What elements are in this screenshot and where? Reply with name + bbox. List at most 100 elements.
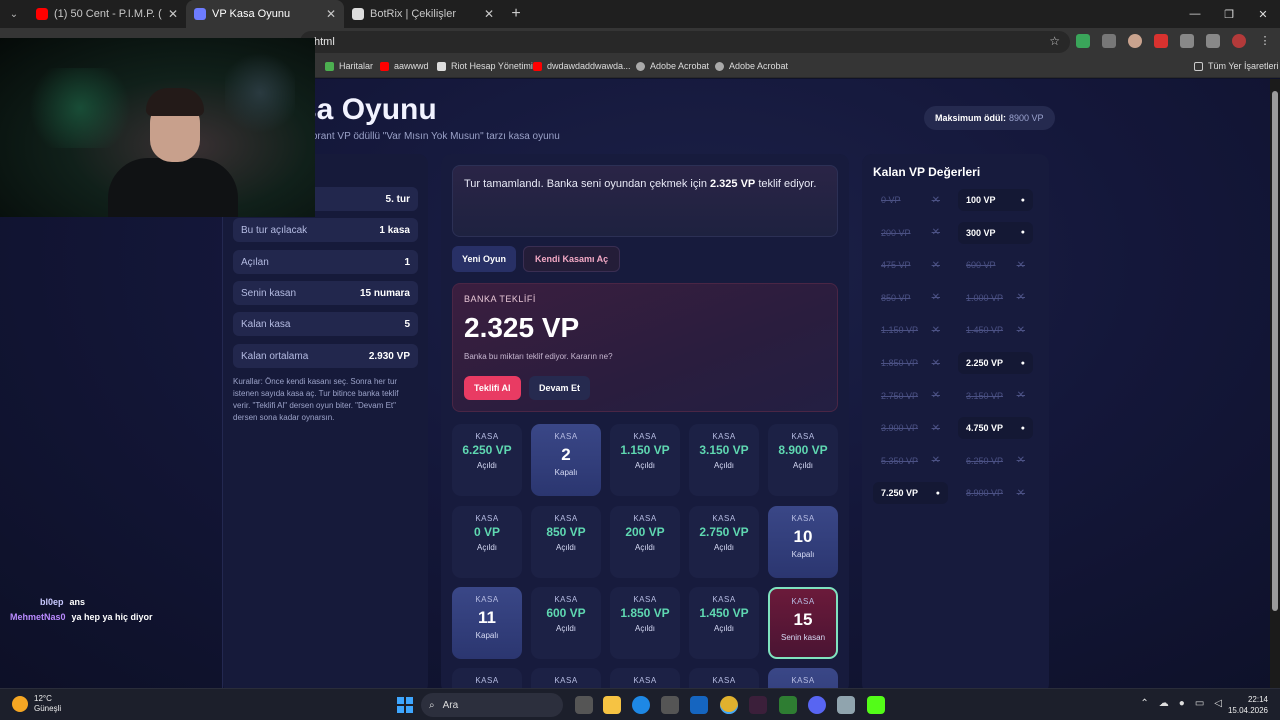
outlook-icon[interactable] <box>690 696 708 714</box>
case-tile[interactable]: KASA <box>768 668 838 688</box>
minimize-button[interactable]: — <box>1178 0 1212 28</box>
close-icon[interactable]: ✕ <box>326 7 336 21</box>
bookmark-item[interactable]: Adobe Acrobat <box>715 61 788 71</box>
cross-icon: ✕ <box>931 259 940 271</box>
bookmark-item[interactable]: Adobe Acrobat <box>636 61 709 71</box>
globe-icon <box>636 61 645 71</box>
bookmark-item[interactable]: dwdawdaddwawda... <box>533 61 631 71</box>
bookmark-item[interactable]: Haritalar <box>325 61 373 71</box>
edge-icon[interactable] <box>632 696 650 714</box>
shield-icon[interactable] <box>1076 34 1090 48</box>
store-icon[interactable] <box>661 696 679 714</box>
chrome-icon[interactable] <box>720 696 738 714</box>
tab-vp-kasa[interactable]: VP Kasa Oyunu ✕ <box>186 0 344 28</box>
value-text: 5.350 VP <box>881 455 919 466</box>
close-icon[interactable]: ✕ <box>484 7 494 21</box>
close-icon[interactable]: ✕ <box>168 7 178 21</box>
remaining-value-eliminated: 8.900 VP ✕ <box>958 482 1033 504</box>
value-text: 2.750 VP <box>881 390 919 401</box>
value-text: 7.250 VP <box>881 488 919 499</box>
tab-title: (1) 50 Cent - P.I.M.P. (Snoop Do <box>54 8 162 20</box>
case-label: KASA <box>633 514 657 523</box>
webcam-overlay <box>0 38 315 217</box>
taskbar-search[interactable]: ⌕ Ara <box>421 693 563 717</box>
bookmark-item[interactable]: aawwwd <box>380 61 429 71</box>
bookmark-label: aawwwd <box>394 61 429 71</box>
app-icon[interactable] <box>749 696 767 714</box>
case-status: Kapalı <box>791 550 815 559</box>
bookmark-label: Tüm Yer İşaretleri <box>1208 61 1279 71</box>
kick-icon[interactable] <box>867 696 885 714</box>
cross-icon: ✕ <box>1016 324 1025 336</box>
stat-label: Açılan <box>241 256 269 268</box>
max-prize-badge: Maksimum ödül: 8900 VP <box>924 106 1055 130</box>
rules-text: Kurallar: Önce kendi kasanı seç. Sonra h… <box>233 377 399 422</box>
case-grid: KASA 6.250 VP Açıldı KASA 2 Kapalı KASA 1.150 V… <box>452 424 842 688</box>
case-tile: KASA <box>689 668 759 688</box>
tab-search-icon[interactable]: ⌄ <box>0 0 28 28</box>
case-status: Kapalı <box>554 468 578 477</box>
case-tile: KASA 6.250 VP Açıldı <box>452 424 522 496</box>
onedrive-icon[interactable]: ☁ <box>1159 698 1169 709</box>
network-icon[interactable]: ▭ <box>1195 698 1204 709</box>
case-status: Açıldı <box>792 461 813 470</box>
case-label: KASA <box>712 595 736 604</box>
dot-icon: ● <box>1020 196 1025 204</box>
page-scrollbar[interactable] <box>1270 79 1280 688</box>
bookmark-star-icon[interactable]: ☆ <box>1049 34 1060 48</box>
accept-offer-button[interactable]: Teklifi Al <box>464 376 521 400</box>
tab-youtube[interactable]: (1) 50 Cent - P.I.M.P. (Snoop Do ✕ <box>28 0 186 28</box>
task-view-icon[interactable] <box>575 696 593 714</box>
remaining-value-eliminated: 600 VP ✕ <box>958 254 1033 276</box>
stream-chat: bl0ep ans MehmetNas0 ya hep ya hiç diyor <box>0 597 153 627</box>
cross-icon: ✕ <box>931 357 940 369</box>
value-text: 3.900 VP <box>881 423 919 434</box>
profile-ext-icon[interactable] <box>1128 34 1142 48</box>
case-value: 6.250 VP <box>462 443 512 457</box>
cross-icon: ✕ <box>931 194 940 206</box>
case-label: KASA <box>475 676 499 685</box>
remaining-value-eliminated: 1.450 VP ✕ <box>958 319 1033 341</box>
continue-button[interactable]: Devam Et <box>529 376 591 400</box>
case-tile: KASA 8.900 VP Açıldı <box>768 424 838 496</box>
new-tab-button[interactable]: + <box>502 5 530 23</box>
remaining-value-eliminated: 850 VP ✕ <box>873 287 948 309</box>
case-tile[interactable]: KASA 2 Kapalı <box>531 424 601 496</box>
file-explorer-icon[interactable] <box>603 696 621 714</box>
media-icon[interactable] <box>1206 34 1220 48</box>
extension-icon[interactable] <box>1102 34 1116 48</box>
message-pre: Tur tamamlandı. Banka seni oyundan çekme… <box>464 178 710 190</box>
volume-icon[interactable]: ◁ <box>1214 698 1222 709</box>
weather-widget[interactable]: 12°C Güneşli <box>12 694 61 714</box>
scrollbar-thumb[interactable] <box>1272 91 1278 611</box>
windows-start-icon[interactable] <box>397 697 413 713</box>
close-window-button[interactable]: ✕ <box>1246 0 1280 28</box>
tab-botrix[interactable]: BotRix | Çekilişler ✕ <box>344 0 502 28</box>
offer-amount: 2.325 VP <box>464 312 580 343</box>
profile-icon[interactable] <box>1232 34 1246 48</box>
app-icon[interactable] <box>779 696 797 714</box>
clock[interactable]: 22:14 15.04.2026 <box>1228 694 1268 716</box>
all-bookmarks[interactable]: Tüm Yer İşaretleri <box>1194 61 1279 71</box>
globe-icon <box>194 8 206 20</box>
case-tile[interactable]: KASA 11 Kapalı <box>452 587 522 659</box>
open-own-case-button[interactable]: Kendi Kasamı Aç <box>523 246 621 272</box>
address-bar[interactable]: html ☆ <box>300 31 1070 53</box>
new-game-button[interactable]: Yeni Oyun <box>452 246 517 272</box>
chevron-up-icon[interactable]: ⌃ <box>1140 698 1148 709</box>
url-text: html <box>314 36 335 48</box>
sun-icon <box>12 696 28 712</box>
case-tile: KASA 3.150 VP Açıldı <box>689 424 759 496</box>
bookmark-item[interactable]: Riot Hesap Yönetimi <box>437 61 533 71</box>
case-tile: KASA 1.150 VP Açıldı <box>610 424 680 496</box>
maximize-button[interactable]: ❐ <box>1212 0 1246 28</box>
discord-icon[interactable] <box>808 696 826 714</box>
app-icon[interactable] <box>837 696 855 714</box>
chat-user: MehmetNas0 <box>10 612 66 622</box>
case-value: 3.150 VP <box>699 443 749 457</box>
case-tile[interactable]: KASA 10 Kapalı <box>768 506 838 578</box>
mic-icon[interactable]: ● <box>1179 698 1185 709</box>
tp-icon[interactable] <box>1154 34 1168 48</box>
puzzle-icon[interactable] <box>1180 34 1194 48</box>
menu-icon[interactable]: ⋮ <box>1258 34 1272 48</box>
